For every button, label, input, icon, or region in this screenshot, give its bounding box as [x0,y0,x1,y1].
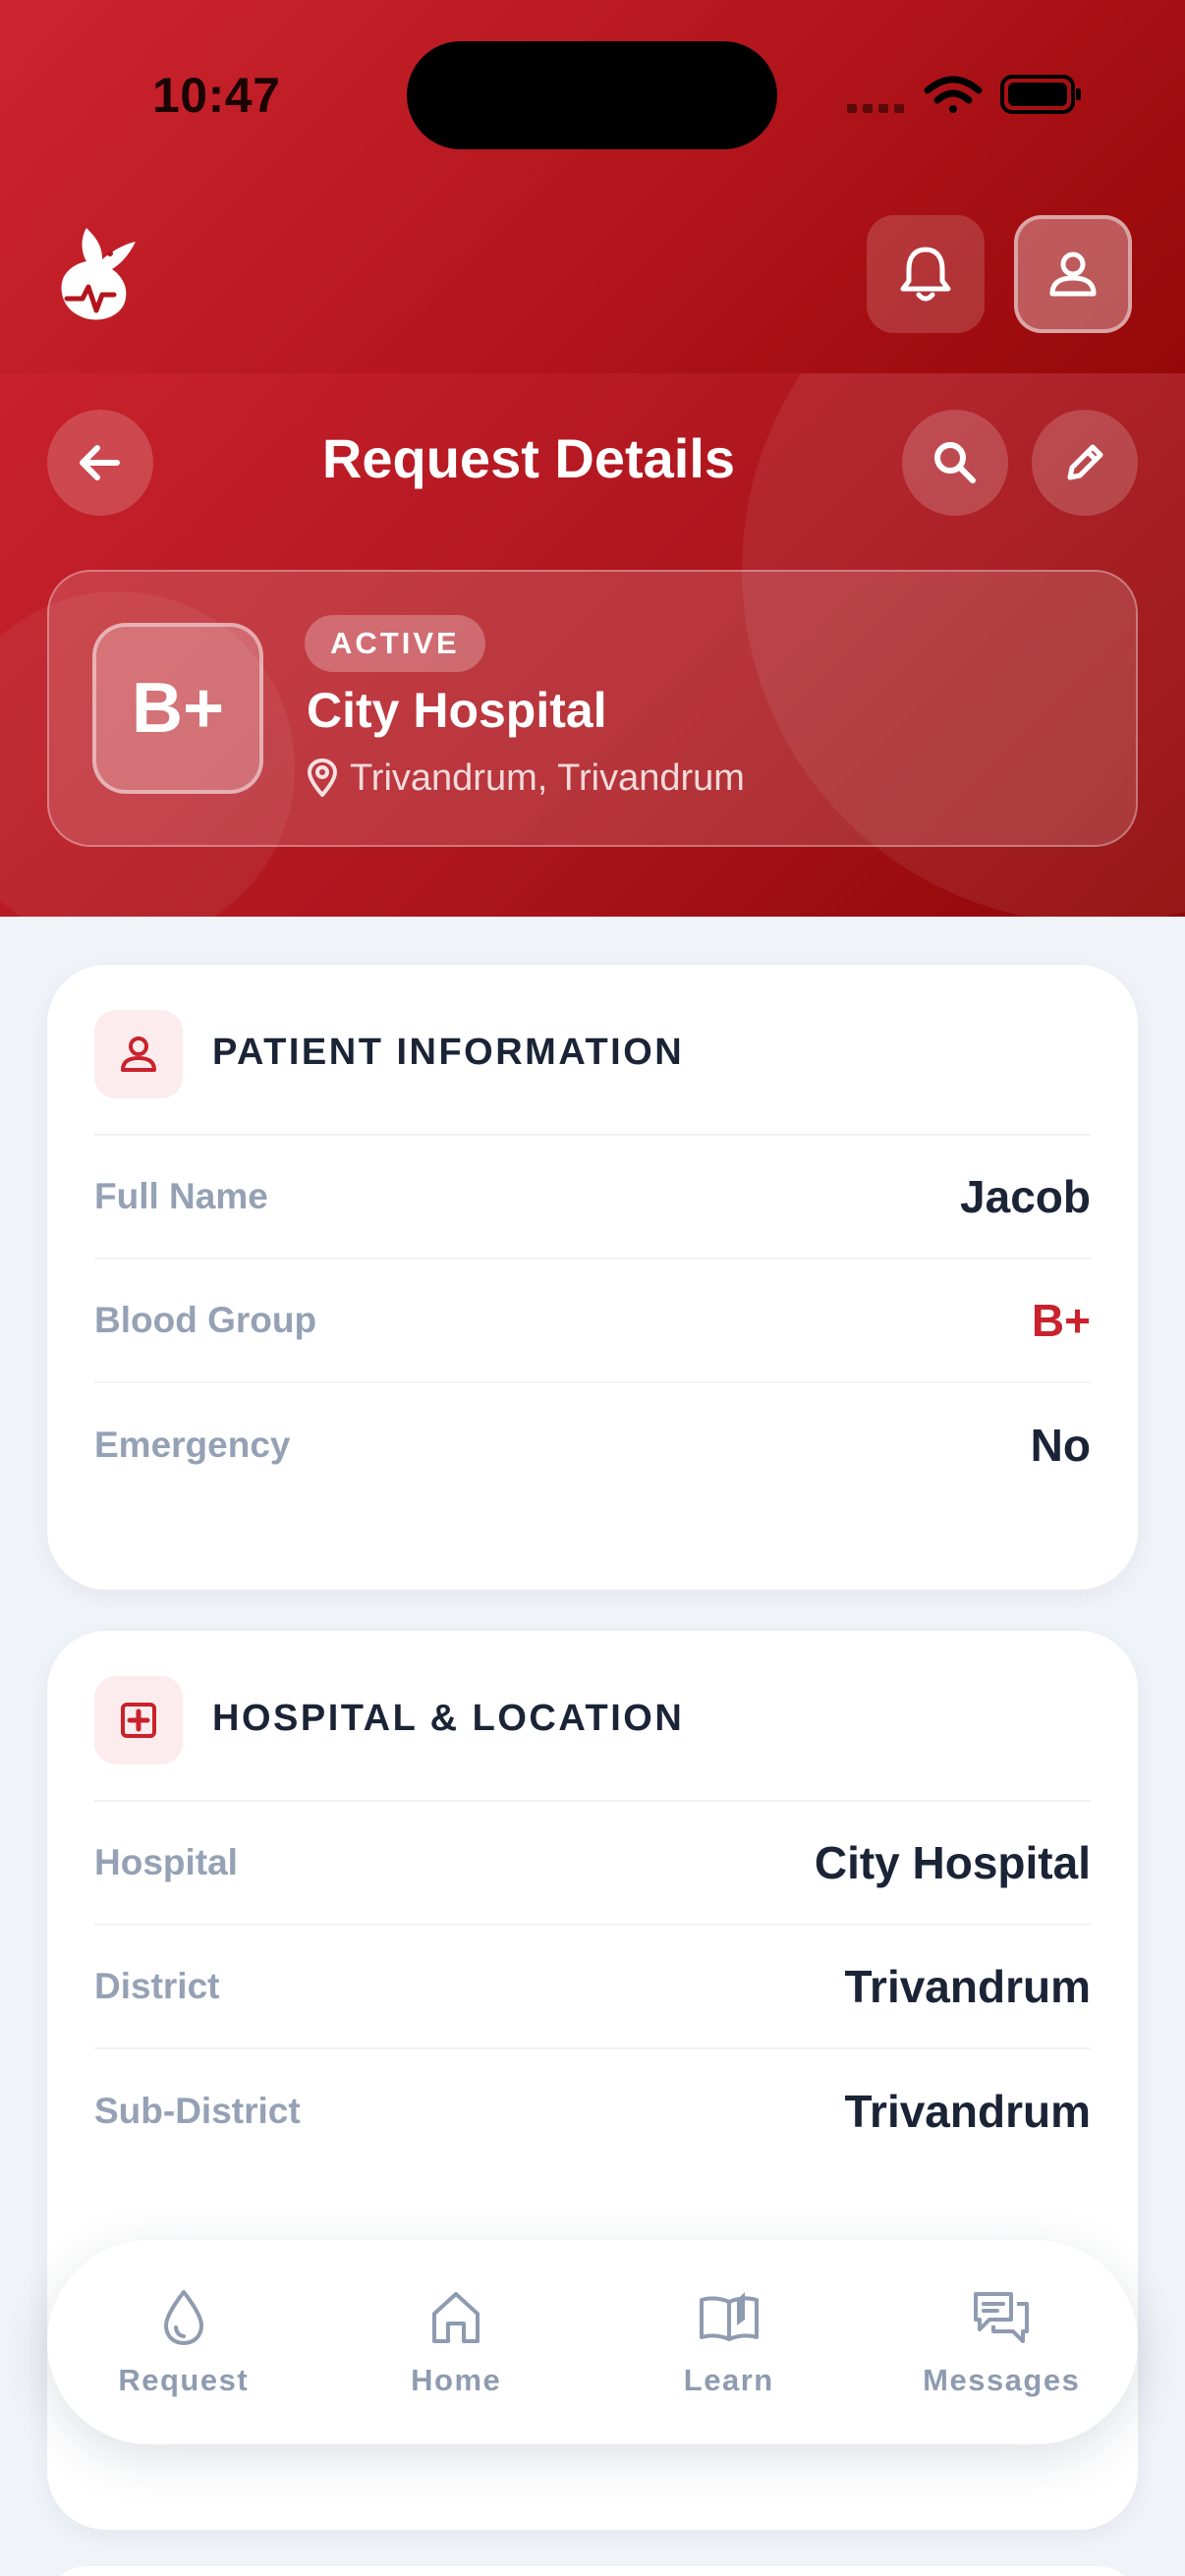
nav-label: Home [411,2363,502,2397]
location-text: Trivandrum, Trivandrum [350,756,745,799]
user-icon [1049,252,1097,297]
row-label: Sub-District [94,2091,301,2131]
row-label: Hospital [94,1842,238,1882]
page-title: Request Details [321,427,736,489]
cellular-signal-icon [847,104,904,113]
battery-icon [1000,75,1081,114]
row-label: Full Name [94,1176,268,1216]
row-label: Emergency [94,1425,291,1465]
info-row-blood-group: Blood Group B+ [94,1260,1091,1383]
request-hero: Request Details B+ ACTIVE City Hospital … [0,373,1185,917]
nav-item-home[interactable]: Home [320,2240,593,2444]
search-icon [934,442,976,483]
edit-button[interactable] [1032,410,1138,516]
hospital-rows: Hospital City Hospital District Trivandr… [94,1802,1091,2173]
bell-icon [900,247,951,302]
row-value: Trivandrum [844,2086,1091,2137]
request-summary-card: B+ ACTIVE City Hospital Trivandrum, Triv… [47,570,1138,847]
info-row-full-name: Full Name Jacob [94,1136,1091,1260]
nav-item-request[interactable]: Request [47,2240,320,2444]
row-label: District [94,1966,220,2006]
location-pin-icon [308,758,337,797]
info-row-emergency: Emergency No [94,1383,1091,1507]
section-header: HOSPITAL & LOCATION [94,1676,1091,1802]
wifi-icon [924,76,983,113]
pencil-icon [1067,444,1103,480]
info-row-district: District Trivandrum [94,1926,1091,2049]
section-icon-box [94,1676,183,1764]
app-header: 10:47 [0,0,1185,373]
drop-icon [163,2290,203,2345]
status-time: 10:47 [152,68,281,123]
patient-rows: Full Name Jacob Blood Group B+ Emergency… [94,1136,1091,1507]
section-header: PATIENT INFORMATION [94,1010,1091,1136]
row-label: Blood Group [94,1300,317,1340]
notifications-button[interactable] [867,215,985,333]
nav-item-messages[interactable]: Messages [866,2240,1139,2444]
next-card-edge [47,2566,1138,2576]
nav-label: Learn [683,2363,774,2397]
bottom-navigation: Request Home Learn Messages [47,2240,1138,2444]
row-value: Trivandrum [844,1961,1091,2012]
row-value: Jacob [960,1171,1091,1222]
search-button[interactable] [902,410,1008,516]
nav-label: Messages [923,2363,1081,2397]
dynamic-island [407,41,777,149]
row-value: B+ [1031,1295,1091,1346]
section-title: PATIENT INFORMATION [212,1032,685,1073]
nav-item-learn[interactable]: Learn [592,2240,866,2444]
location: Trivandrum, Trivandrum [307,751,745,806]
dove-blood-drop-logo-icon[interactable] [53,220,141,328]
row-value: No [1030,1420,1091,1471]
info-row-hospital: Hospital City Hospital [94,1802,1091,1926]
chat-icon [974,2292,1030,2343]
info-row-sub-district: Sub-District Trivandrum [94,2049,1091,2173]
profile-button[interactable] [1014,215,1132,333]
book-icon [699,2292,759,2341]
status-icons [847,75,1081,114]
user-icon [121,1036,156,1072]
home-icon [432,2292,480,2343]
row-value: City Hospital [814,1837,1091,1888]
hospital-cross-icon [121,1703,156,1738]
section-title: HOSPITAL & LOCATION [212,1698,685,1739]
patient-information-card: PATIENT INFORMATION Full Name Jacob Bloo… [47,965,1138,1590]
section-icon-box [94,1010,183,1098]
arrow-left-icon [80,445,120,480]
hospital-name: City Hospital [307,683,607,738]
blood-group-badge: B+ [92,623,263,794]
back-button[interactable] [47,410,153,516]
nav-label: Request [118,2363,250,2397]
status-badge: ACTIVE [305,615,485,672]
